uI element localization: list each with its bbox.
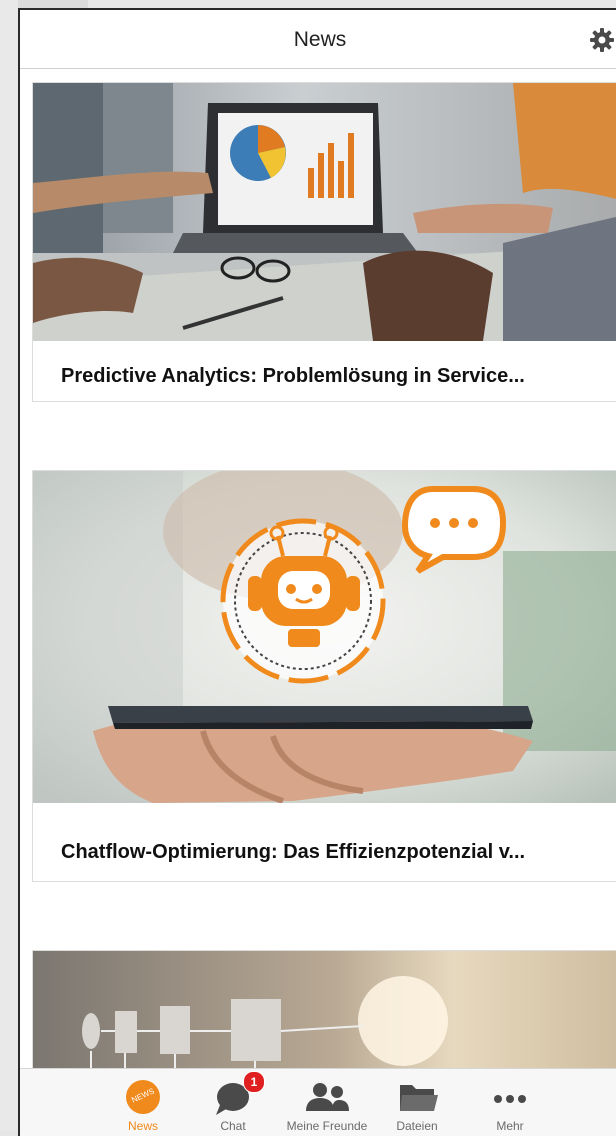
news-icon: NEWS — [98, 1077, 188, 1115]
gear-icon[interactable] — [590, 28, 614, 52]
article-title[interactable]: Predictive Analytics: Problemlösung in S… — [61, 365, 525, 388]
tab-news[interactable]: NEWS News — [98, 1069, 188, 1136]
app-window: News Predictive Analytics: Problemlösung… — [18, 8, 616, 1136]
bottom-tab-bar: NEWS News 1 Chat Meine Freunde Dateien M… — [20, 1068, 616, 1136]
friends-icon — [282, 1077, 372, 1115]
news-card[interactable]: Predictive Analytics: Problemlösung in S… — [32, 82, 616, 402]
tab-label: Dateien — [396, 1119, 438, 1133]
folder-icon — [372, 1077, 462, 1115]
news-card[interactable]: Chatflow-Optimierung: Das Effizienzpoten… — [32, 470, 616, 882]
chatbot-hand-smartphone-photo — [33, 471, 616, 803]
more-icon — [465, 1077, 555, 1115]
tab-label: Meine Freunde — [286, 1119, 368, 1133]
tab-friends[interactable]: Meine Freunde — [282, 1069, 372, 1136]
tab-files[interactable]: Dateien — [372, 1069, 462, 1136]
top-accent — [18, 0, 88, 8]
tab-chat[interactable]: 1 Chat — [188, 1069, 278, 1136]
page-title: News — [293, 28, 347, 51]
left-background-strip — [0, 0, 18, 1130]
article-title[interactable]: Chatflow-Optimierung: Das Effizienzpoten… — [61, 841, 525, 864]
tab-label: Mehr — [496, 1119, 524, 1133]
header: News — [20, 10, 616, 69]
tab-label: Chat — [220, 1119, 246, 1133]
chat-badge: 1 — [243, 1071, 265, 1093]
tab-more[interactable]: Mehr — [465, 1069, 555, 1136]
business-meeting-analytics-photo — [33, 83, 616, 341]
tab-label: News — [127, 1119, 158, 1133]
top-background-strip — [18, 0, 616, 8]
